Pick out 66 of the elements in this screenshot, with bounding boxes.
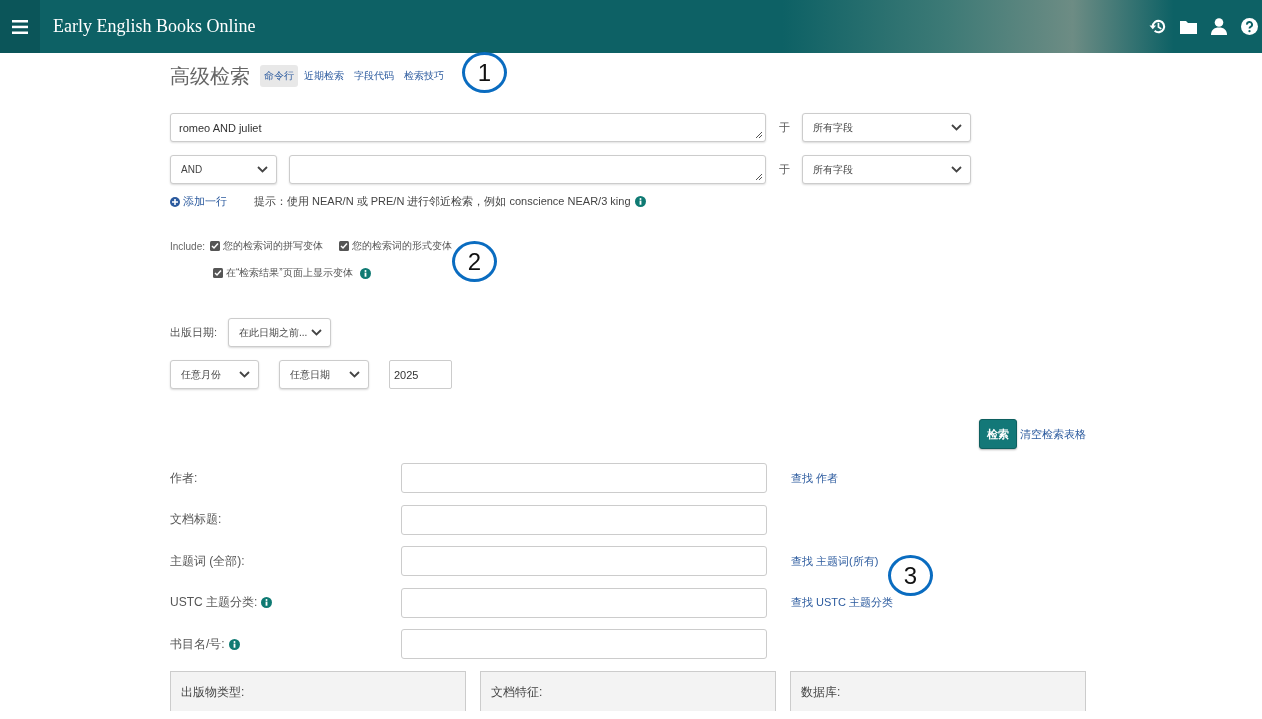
include-option[interactable]: 您的检索词的形式变体 bbox=[339, 239, 453, 253]
in-label: 于 bbox=[777, 162, 791, 177]
lookup-link[interactable]: 查找 主题词(所有) bbox=[791, 553, 879, 569]
date-label: 出版日期: bbox=[170, 325, 218, 340]
checkbox-checked[interactable] bbox=[339, 241, 350, 251]
info-icon[interactable] bbox=[634, 196, 646, 207]
page-title: 高级检索 bbox=[170, 63, 250, 89]
text-input[interactable] bbox=[401, 587, 767, 618]
include-option[interactable]: 您的检索词的拼写变体 bbox=[210, 239, 324, 253]
lookup-link[interactable]: 查找 USTC 主题分类 bbox=[791, 595, 894, 610]
caret-icon bbox=[239, 371, 250, 378]
search-term-field[interactable]: romeo AND juliet bbox=[170, 113, 766, 142]
year-field[interactable]: 2025 bbox=[389, 360, 452, 389]
date-mode-select[interactable]: 在此日期之前... bbox=[228, 318, 332, 347]
caret-icon bbox=[951, 166, 962, 173]
callout-number: 3 bbox=[888, 555, 933, 596]
text-input[interactable] bbox=[401, 546, 767, 576]
field-select[interactable]: 所有字段 bbox=[802, 155, 971, 184]
search-hint: 提示：使用 NEAR/N 或 PRE/N 进行邻近检索，例如 conscience NEAR/3 king bbox=[254, 194, 631, 209]
field-label: 主题词 (全部): bbox=[170, 552, 245, 570]
caret-icon bbox=[349, 371, 360, 378]
filter-panel[interactable]: 数据库: bbox=[790, 671, 1086, 711]
operator-select[interactable]: AND bbox=[170, 155, 277, 184]
filter-panel[interactable]: 出版物类型: bbox=[170, 671, 466, 711]
info-icon[interactable] bbox=[261, 597, 273, 608]
text-input[interactable] bbox=[401, 629, 767, 659]
caret-icon bbox=[257, 166, 268, 173]
search-button[interactable]: 检索 bbox=[979, 419, 1017, 449]
plus-icon bbox=[170, 196, 180, 207]
field-label: 书目名/号: bbox=[170, 635, 225, 653]
field-label: 文档标题: bbox=[170, 511, 222, 528]
in-label: 于 bbox=[777, 120, 791, 135]
checkbox-checked[interactable] bbox=[210, 241, 221, 251]
caret-icon bbox=[311, 329, 323, 336]
day-select[interactable]: 任意日期 bbox=[279, 360, 369, 389]
include-label: Include: bbox=[170, 240, 206, 252]
include-option[interactable]: 在“检索结果”页面上显示变体 bbox=[213, 266, 371, 280]
folder-icon[interactable] bbox=[1180, 19, 1197, 34]
field-select[interactable]: 所有字段 bbox=[802, 113, 971, 142]
info-icon[interactable] bbox=[228, 638, 240, 650]
field-label: 作者: bbox=[170, 469, 198, 487]
tab[interactable]: 近期检索 bbox=[300, 65, 348, 87]
add-row-link[interactable]: 添加一行 bbox=[170, 194, 227, 209]
clear-form-link[interactable]: 清空检索表格 bbox=[1020, 426, 1086, 442]
info-icon[interactable] bbox=[359, 267, 371, 279]
filter-panel[interactable]: 文档特征: bbox=[480, 671, 776, 711]
menu-icon[interactable] bbox=[0, 0, 40, 53]
resize-grip-icon[interactable] bbox=[754, 172, 763, 181]
callout-number: 1 bbox=[462, 52, 507, 93]
caret-icon bbox=[951, 124, 962, 131]
callout-number: 2 bbox=[452, 241, 497, 282]
month-select[interactable]: 任意月份 bbox=[170, 360, 259, 389]
text-input[interactable] bbox=[401, 463, 767, 493]
text-input[interactable] bbox=[401, 504, 767, 535]
history-icon[interactable] bbox=[1149, 18, 1166, 35]
resize-grip-icon[interactable] bbox=[754, 130, 763, 139]
tab[interactable]: 命令行 bbox=[260, 65, 298, 87]
search-term-field[interactable] bbox=[289, 155, 766, 184]
site-title[interactable]: Early English Books Online bbox=[53, 16, 256, 37]
help-icon[interactable] bbox=[1241, 18, 1258, 35]
tab[interactable]: 检索技巧 bbox=[400, 65, 448, 87]
tab[interactable]: 字段代码 bbox=[350, 65, 398, 87]
user-icon[interactable] bbox=[1211, 18, 1227, 35]
lookup-link[interactable]: 查找 作者 bbox=[791, 470, 839, 486]
field-label: USTC 主题分类: bbox=[170, 594, 258, 611]
checkbox-checked[interactable] bbox=[213, 268, 223, 278]
